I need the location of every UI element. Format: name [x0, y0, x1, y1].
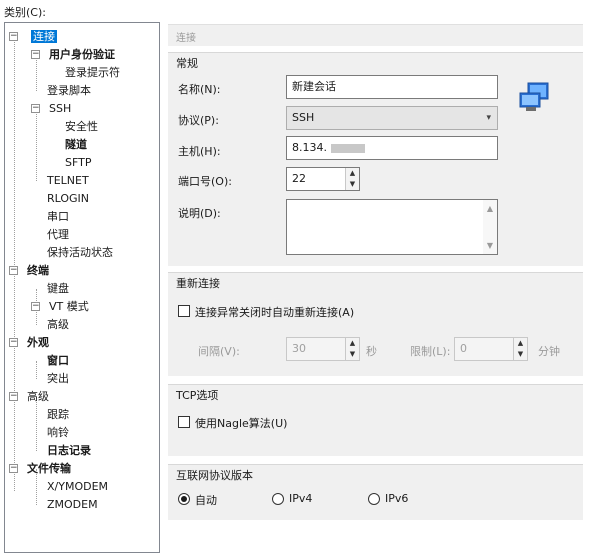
tree-item-ssh[interactable]: − SSH [31, 100, 73, 118]
collapse-icon[interactable]: − [31, 50, 40, 59]
collapse-icon[interactable]: − [9, 32, 18, 41]
tree-item-window[interactable]: 窗口 [45, 352, 71, 370]
category-tree[interactable]: − 连接 − 用户身份验证 登录提示符 登录脚本 − SSH 安全性 隧道 SF… [4, 22, 160, 553]
chevron-down-icon: ▾ [486, 113, 491, 123]
scroll-down-icon[interactable]: ▼ [483, 241, 497, 250]
description-label: 说明(D): [178, 207, 221, 220]
tree-item-user-auth[interactable]: − 用户身份验证 [31, 46, 117, 64]
interval-label: 间隔(V): [198, 345, 240, 358]
page-header: 连接 [168, 24, 583, 46]
tree-item-advanced-terminal[interactable]: 高级 [45, 316, 71, 334]
tree-item-telnet[interactable]: TELNET [45, 172, 91, 190]
port-label: 端口号(O): [178, 175, 232, 188]
protocol-label: 协议(P): [178, 114, 219, 127]
tree-item-trace[interactable]: 跟踪 [45, 406, 71, 424]
auto-reconnect-checkbox[interactable] [178, 305, 190, 317]
reconnect-group: 重新连接 连接异常关闭时自动重新连接(A) 间隔(V): 30 ▲ ▼ 秒 限制… [168, 272, 583, 376]
tree-line [36, 361, 37, 379]
interval-value: 30 [292, 342, 306, 355]
limit-spin-buttons[interactable]: ▲ ▼ [513, 338, 527, 360]
ip-version-group: 互联网协议版本 自动 IPv4 IPv6 [168, 464, 583, 520]
host-input[interactable]: 8.134. [286, 136, 498, 160]
name-input[interactable]: 新建会话 [286, 75, 498, 99]
auto-reconnect-label: 连接异常关闭时自动重新连接(A) [195, 306, 355, 319]
general-title: 常规 [176, 57, 198, 70]
limit-value: 0 [460, 342, 467, 355]
collapse-icon[interactable]: − [9, 464, 18, 473]
tree-line [36, 109, 37, 181]
tree-item-keyboard[interactable]: 键盘 [45, 280, 71, 298]
computers-icon [519, 82, 549, 111]
interval-stepper[interactable]: 30 ▲ ▼ [286, 337, 360, 361]
nagle-checkbox[interactable] [178, 416, 190, 428]
minutes-unit: 分钟 [538, 345, 560, 358]
tree-item-xymodem[interactable]: X/YMODEM [45, 478, 110, 496]
general-group: 常规 名称(N): 新建会话 协议(P): SSH ▾ 主机(H): 8.134… [168, 52, 583, 266]
ip-auto-label: 自动 [195, 494, 217, 507]
name-label: 名称(N): [178, 83, 221, 96]
tree-item-serial[interactable]: 串口 [45, 208, 71, 226]
limit-label: 限制(L): [410, 345, 451, 358]
tree-item-keepalive[interactable]: 保持活动状态 [45, 244, 115, 262]
tree-item-login-prompt[interactable]: 登录提示符 [63, 64, 122, 82]
protocol-value: SSH [292, 111, 315, 124]
tree-item-vt-mode[interactable]: − VT 模式 [31, 298, 91, 316]
tree-item-appearance[interactable]: − 外观 [9, 334, 51, 352]
spin-down-icon[interactable]: ▼ [346, 349, 359, 360]
scroll-up-icon[interactable]: ▲ [483, 204, 497, 213]
spin-up-icon[interactable]: ▲ [514, 338, 527, 349]
tree-item-logging[interactable]: 日志记录 [45, 442, 93, 460]
ipv6-label: IPv6 [385, 492, 409, 505]
tcp-title: TCP选项 [176, 389, 219, 402]
protocol-select[interactable]: SSH ▾ [286, 106, 498, 130]
port-stepper[interactable]: 22 ▲ ▼ [286, 167, 360, 191]
tree-item-security[interactable]: 安全性 [63, 118, 100, 136]
collapse-icon[interactable]: − [9, 266, 18, 275]
category-label: 类别(C): [4, 6, 46, 19]
collapse-icon[interactable]: − [9, 338, 18, 347]
port-spin-buttons[interactable]: ▲ ▼ [345, 168, 359, 190]
tree-item-proxy[interactable]: 代理 [45, 226, 71, 244]
tree-item-bell[interactable]: 响铃 [45, 424, 71, 442]
reconnect-title: 重新连接 [176, 277, 220, 290]
ipv4-radio[interactable] [272, 493, 284, 505]
port-value: 22 [292, 172, 306, 185]
tree-item-file-transfer[interactable]: − 文件传输 [9, 460, 73, 478]
interval-spin-buttons[interactable]: ▲ ▼ [345, 338, 359, 360]
tree-item-terminal[interactable]: − 终端 [9, 262, 51, 280]
spin-up-icon[interactable]: ▲ [346, 168, 359, 179]
page-title: 连接 [176, 33, 196, 44]
tree-item-tunnel[interactable]: 隧道 [63, 136, 89, 154]
spin-up-icon[interactable]: ▲ [346, 338, 359, 349]
tree-item-zmodem[interactable]: ZMODEM [45, 496, 100, 514]
collapse-icon[interactable]: − [9, 392, 18, 401]
collapse-icon[interactable]: − [31, 302, 40, 311]
tree-item-highlight[interactable]: 突出 [45, 370, 71, 388]
host-label: 主机(H): [178, 145, 221, 158]
nagle-label: 使用Nagle算法(U) [195, 417, 288, 430]
ipv6-radio[interactable] [368, 493, 380, 505]
tree-item-login-script[interactable]: 登录脚本 [45, 82, 93, 100]
tcp-group: TCP选项 使用Nagle算法(U) [168, 384, 583, 456]
description-scrollbar[interactable]: ▲ ▼ [483, 200, 497, 254]
limit-stepper[interactable]: 0 ▲ ▼ [454, 337, 528, 361]
tree-item-connection[interactable]: − 连接 [9, 28, 57, 46]
ip-auto-radio[interactable] [178, 493, 190, 505]
tree-item-rlogin[interactable]: RLOGIN [45, 190, 91, 208]
ip-version-title: 互联网协议版本 [176, 469, 253, 482]
collapse-icon[interactable]: − [31, 104, 40, 113]
host-value: 8.134. [292, 141, 327, 154]
ipv4-label: IPv4 [289, 492, 313, 505]
tree-item-advanced[interactable]: − 高级 [9, 388, 51, 406]
spin-down-icon[interactable]: ▼ [514, 349, 527, 360]
description-textarea[interactable]: ▲ ▼ [286, 199, 498, 255]
spin-down-icon[interactable]: ▼ [346, 179, 359, 190]
redacted-mask [331, 143, 365, 153]
seconds-unit: 秒 [366, 345, 377, 358]
tree-item-sftp[interactable]: SFTP [63, 154, 93, 172]
